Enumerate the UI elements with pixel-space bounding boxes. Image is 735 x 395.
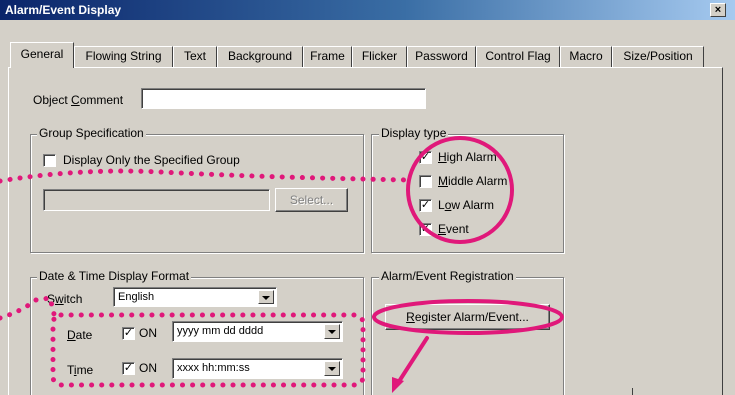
highlight-ellipse-register bbox=[372, 299, 564, 335]
highlight-circle-display-type bbox=[406, 136, 514, 244]
tab-general[interactable]: General bbox=[10, 42, 74, 68]
dotted-connector-top bbox=[0, 168, 415, 184]
arrow-line bbox=[396, 336, 429, 385]
dotted-highlight-box bbox=[50, 312, 366, 388]
tab-label: General bbox=[20, 47, 64, 61]
dotted-connector-left bbox=[0, 295, 58, 321]
annotation-overlay bbox=[0, 136, 564, 393]
